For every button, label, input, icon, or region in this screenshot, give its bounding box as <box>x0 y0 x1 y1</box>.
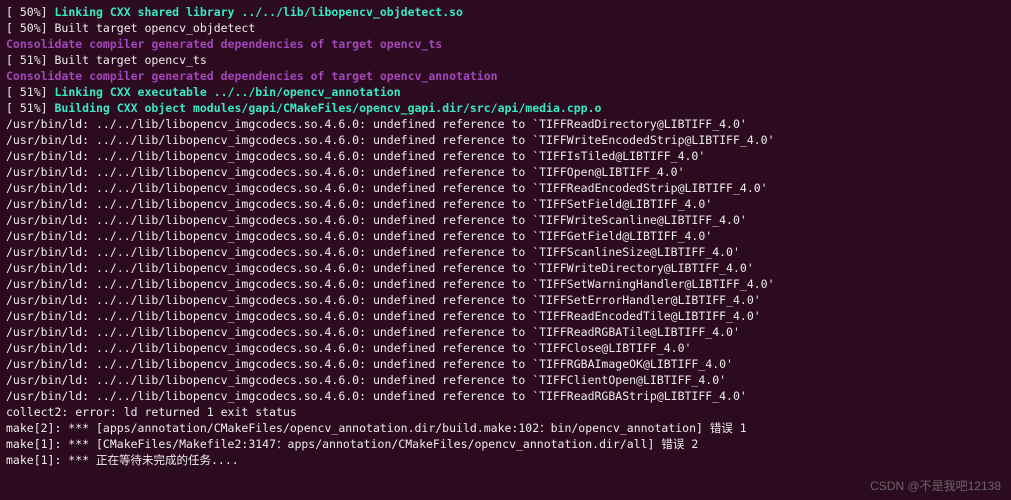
terminal-line: Consolidate compiler generated dependenc… <box>6 68 1005 84</box>
terminal-line: [ 50%] Linking CXX shared library ../../… <box>6 4 1005 20</box>
terminal-line: /usr/bin/ld: ../../lib/libopencv_imgcode… <box>6 164 1005 180</box>
terminal-segment: Consolidate compiler generated dependenc… <box>6 37 442 51</box>
terminal-line: Consolidate compiler generated dependenc… <box>6 36 1005 52</box>
terminal-line: /usr/bin/ld: ../../lib/libopencv_imgcode… <box>6 292 1005 308</box>
terminal-line: /usr/bin/ld: ../../lib/libopencv_imgcode… <box>6 212 1005 228</box>
terminal-segment: [ 51%] Built target opencv_ts <box>6 53 207 67</box>
terminal-segment: /usr/bin/ld: ../../lib/libopencv_imgcode… <box>6 389 747 403</box>
terminal-line: /usr/bin/ld: ../../lib/libopencv_imgcode… <box>6 228 1005 244</box>
terminal-segment: Linking CXX shared library ../../lib/lib… <box>54 5 463 19</box>
terminal-segment: Consolidate compiler generated dependenc… <box>6 69 498 83</box>
terminal-segment: /usr/bin/ld: ../../lib/libopencv_imgcode… <box>6 181 768 195</box>
terminal-line: /usr/bin/ld: ../../lib/libopencv_imgcode… <box>6 388 1005 404</box>
terminal-segment: Building CXX object modules/gapi/CMakeFi… <box>54 101 601 115</box>
terminal-segment: /usr/bin/ld: ../../lib/libopencv_imgcode… <box>6 213 747 227</box>
terminal-segment: /usr/bin/ld: ../../lib/libopencv_imgcode… <box>6 309 761 323</box>
terminal-segment: make[1]: *** [CMakeFiles/Makefile2:3147：… <box>6 437 698 451</box>
terminal-segment: /usr/bin/ld: ../../lib/libopencv_imgcode… <box>6 325 740 339</box>
terminal-line: /usr/bin/ld: ../../lib/libopencv_imgcode… <box>6 148 1005 164</box>
terminal-segment: /usr/bin/ld: ../../lib/libopencv_imgcode… <box>6 341 691 355</box>
terminal-line: [ 51%] Linking CXX executable ../../bin/… <box>6 84 1005 100</box>
terminal-line: make[1]: *** 正在等待未完成的任务.... <box>6 452 1005 468</box>
terminal-line: /usr/bin/ld: ../../lib/libopencv_imgcode… <box>6 196 1005 212</box>
terminal-segment: /usr/bin/ld: ../../lib/libopencv_imgcode… <box>6 245 740 259</box>
terminal-line: /usr/bin/ld: ../../lib/libopencv_imgcode… <box>6 324 1005 340</box>
watermark-text: CSDN @不是我吧12138 <box>870 478 1001 494</box>
terminal-segment: /usr/bin/ld: ../../lib/libopencv_imgcode… <box>6 357 733 371</box>
terminal-segment: [ 51%] <box>6 85 54 99</box>
terminal-line: collect2: error: ld returned 1 exit stat… <box>6 404 1005 420</box>
terminal-line: /usr/bin/ld: ../../lib/libopencv_imgcode… <box>6 132 1005 148</box>
terminal-segment: Linking CXX executable ../../bin/opencv_… <box>54 85 400 99</box>
terminal-line: make[1]: *** [CMakeFiles/Makefile2:3147：… <box>6 436 1005 452</box>
terminal-segment: collect2: error: ld returned 1 exit stat… <box>6 405 297 419</box>
terminal-segment: /usr/bin/ld: ../../lib/libopencv_imgcode… <box>6 293 761 307</box>
terminal-line: /usr/bin/ld: ../../lib/libopencv_imgcode… <box>6 276 1005 292</box>
terminal-segment: /usr/bin/ld: ../../lib/libopencv_imgcode… <box>6 261 754 275</box>
terminal-segment: /usr/bin/ld: ../../lib/libopencv_imgcode… <box>6 149 705 163</box>
terminal-segment: /usr/bin/ld: ../../lib/libopencv_imgcode… <box>6 133 775 147</box>
terminal-segment: /usr/bin/ld: ../../lib/libopencv_imgcode… <box>6 277 775 291</box>
terminal-line: make[2]: *** [apps/annotation/CMakeFiles… <box>6 420 1005 436</box>
terminal-segment: /usr/bin/ld: ../../lib/libopencv_imgcode… <box>6 117 747 131</box>
terminal-line: /usr/bin/ld: ../../lib/libopencv_imgcode… <box>6 308 1005 324</box>
terminal-line: [ 51%] Building CXX object modules/gapi/… <box>6 100 1005 116</box>
terminal-segment: make[1]: *** 正在等待未完成的任务.... <box>6 453 239 467</box>
terminal-segment: [ 50%] <box>6 5 54 19</box>
terminal-line: /usr/bin/ld: ../../lib/libopencv_imgcode… <box>6 372 1005 388</box>
terminal-line: /usr/bin/ld: ../../lib/libopencv_imgcode… <box>6 356 1005 372</box>
terminal-segment: [ 50%] Built target opencv_objdetect <box>6 21 255 35</box>
terminal-line: [ 50%] Built target opencv_objdetect <box>6 20 1005 36</box>
terminal-segment: /usr/bin/ld: ../../lib/libopencv_imgcode… <box>6 373 726 387</box>
terminal-line: /usr/bin/ld: ../../lib/libopencv_imgcode… <box>6 180 1005 196</box>
terminal-line: /usr/bin/ld: ../../lib/libopencv_imgcode… <box>6 260 1005 276</box>
terminal-line: /usr/bin/ld: ../../lib/libopencv_imgcode… <box>6 340 1005 356</box>
terminal-output[interactable]: [ 50%] Linking CXX shared library ../../… <box>0 0 1011 472</box>
terminal-segment: make[2]: *** [apps/annotation/CMakeFiles… <box>6 421 747 435</box>
terminal-segment: /usr/bin/ld: ../../lib/libopencv_imgcode… <box>6 229 712 243</box>
terminal-line: /usr/bin/ld: ../../lib/libopencv_imgcode… <box>6 244 1005 260</box>
terminal-segment: /usr/bin/ld: ../../lib/libopencv_imgcode… <box>6 165 685 179</box>
terminal-line: [ 51%] Built target opencv_ts <box>6 52 1005 68</box>
terminal-segment: [ 51%] <box>6 101 54 115</box>
terminal-segment: /usr/bin/ld: ../../lib/libopencv_imgcode… <box>6 197 712 211</box>
terminal-line: /usr/bin/ld: ../../lib/libopencv_imgcode… <box>6 116 1005 132</box>
